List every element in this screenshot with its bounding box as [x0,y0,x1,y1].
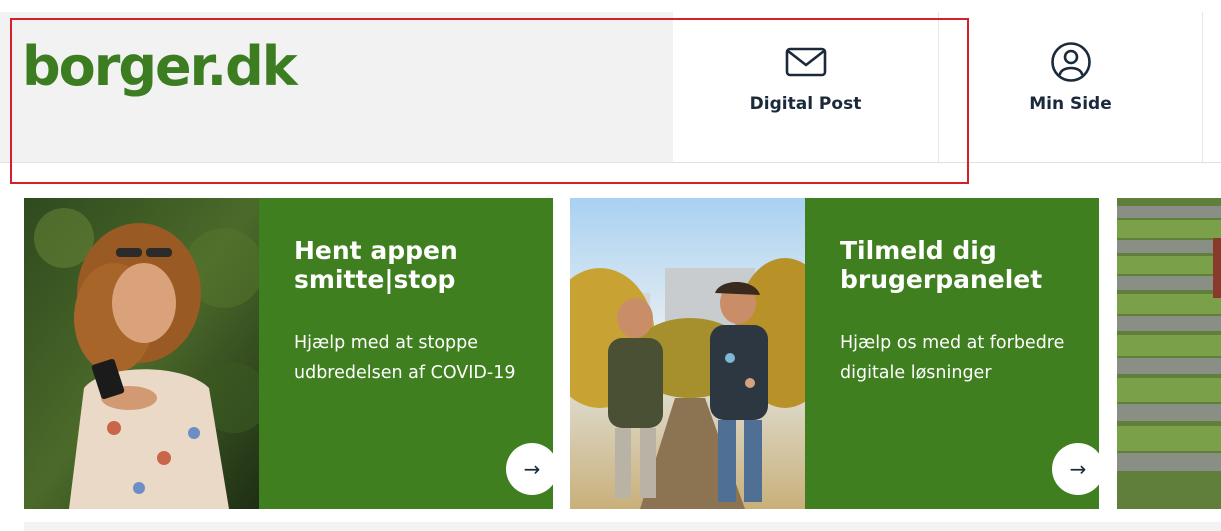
arrow-right-icon[interactable]: → [506,443,553,495]
user-circle-icon [1050,41,1092,83]
brugerpanel-panel: Tilmeld dig brugerpanelet Hjælp os med a… [805,198,1099,509]
grass-steps-photo [1117,198,1221,509]
min-side-label: Min Side [1029,94,1112,114]
amphitheatre-card[interactable] [1117,198,1221,509]
smittestop-panel: Hent appen smitte|stop Hjælp med at stop… [259,198,553,509]
logo-area: borger.dk [0,12,673,162]
next-section-strip [24,522,1221,531]
card-description: Hjælp med at stoppe udbredelsen af COVID… [294,333,516,383]
brugerpanel-card[interactable]: Tilmeld dig brugerpanelet Hjælp os med a… [570,198,1099,509]
header-divider [0,162,1221,163]
borger-dk-logo[interactable]: borger.dk [22,40,298,94]
smittestop-card[interactable]: Hent appen smitte|stop Hjælp med at stop… [24,198,553,509]
running-boys-photo [570,198,805,509]
card-description: Hjælp os med at forbedre digitale løsnin… [840,333,1065,383]
woman-with-phone-photo [24,198,259,509]
digital-post-label: Digital Post [749,94,862,114]
card-title: Hent appen smitte|stop [294,236,458,294]
envelope-icon [785,41,827,83]
digital-post-link[interactable]: Digital Post [673,12,938,162]
card-title: Tilmeld dig brugerpanelet [840,236,1043,294]
min-side-link[interactable]: Min Side [938,12,1203,162]
site-header: borger.dk Digital Post Min Side [0,0,1221,163]
arrow-right-icon[interactable]: → [1052,443,1099,495]
